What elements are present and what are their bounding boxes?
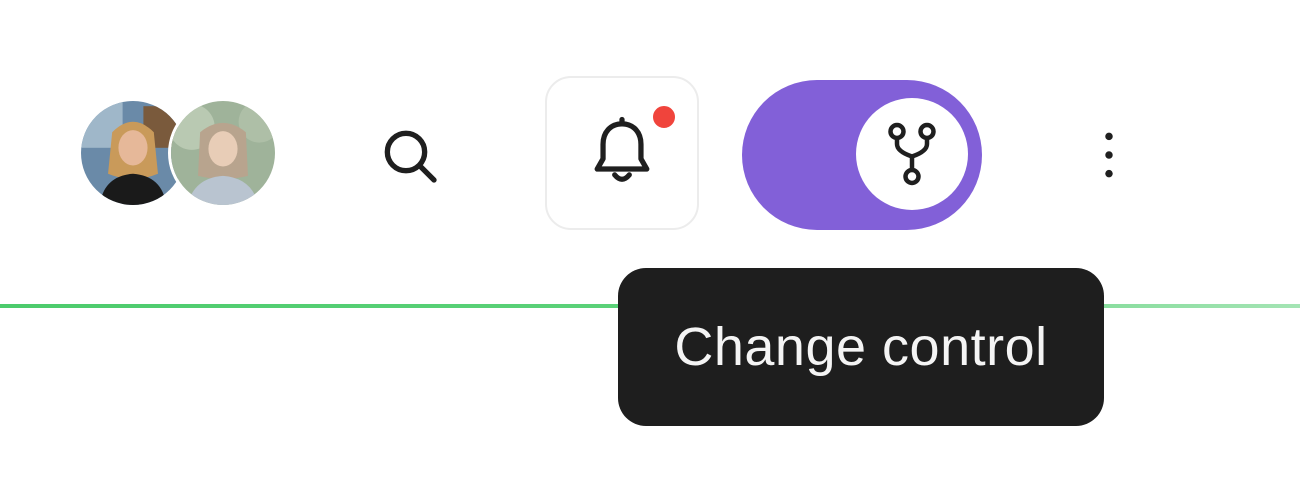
avatar[interactable] xyxy=(168,98,278,208)
search-button[interactable] xyxy=(368,118,452,194)
toggle-knob xyxy=(856,98,968,210)
notification-dot xyxy=(649,102,679,132)
notifications-button[interactable] xyxy=(545,76,699,230)
more-options-button[interactable] xyxy=(1086,120,1132,190)
top-bar: Change control xyxy=(0,0,1300,488)
bell-icon xyxy=(594,116,650,182)
change-control-toggle[interactable] xyxy=(742,80,982,230)
avatar-photo xyxy=(171,101,275,205)
search-icon xyxy=(384,130,437,183)
avatar-group[interactable] xyxy=(78,98,288,210)
more-vertical-icon xyxy=(1105,132,1113,178)
tooltip: Change control xyxy=(618,268,1104,426)
git-branch-icon xyxy=(888,122,936,186)
tooltip-text: Change control xyxy=(674,317,1048,377)
